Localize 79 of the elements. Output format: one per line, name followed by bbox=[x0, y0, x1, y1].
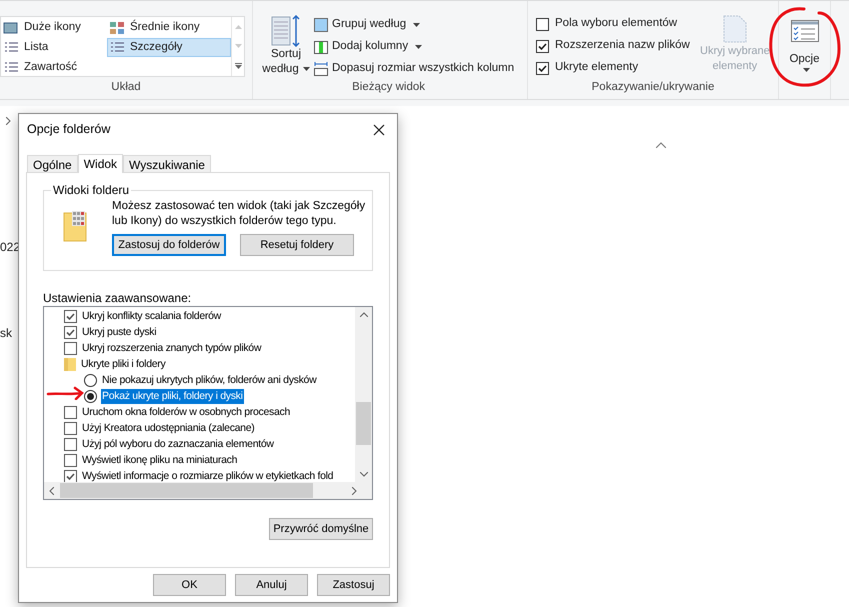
horizontal-scrollbar[interactable] bbox=[44, 482, 372, 499]
tab[interactable]: Wyszukiwanie bbox=[123, 155, 211, 172]
options-icon bbox=[790, 19, 820, 43]
window-title: Opcje folderów bbox=[27, 121, 110, 138]
setting-label[interactable]: Ukryj konflikty scalania folderów bbox=[81, 308, 222, 324]
options-button[interactable]: Opcje bbox=[779, 19, 830, 72]
dialog-button[interactable]: Zastosuj bbox=[317, 574, 390, 596]
checkbox[interactable] bbox=[64, 470, 77, 482]
sort-button[interactable]: Sortuj według bbox=[263, 15, 309, 78]
vertical-scrollbar[interactable] bbox=[355, 307, 372, 482]
scrollbar-thumb[interactable] bbox=[356, 402, 371, 445]
dropdown-caret-icon bbox=[803, 68, 810, 72]
dialog-button[interactable]: Anuluj bbox=[235, 574, 308, 596]
checkbox[interactable] bbox=[536, 18, 549, 30]
view-command[interactable]: Dodaj kolumny bbox=[313, 37, 514, 56]
section-label: Ustawienia zaawansowane: bbox=[43, 291, 192, 305]
tab[interactable]: Widok bbox=[78, 154, 124, 173]
checkbox[interactable] bbox=[64, 326, 77, 338]
group-label: Układ bbox=[111, 80, 141, 95]
view-icon bbox=[3, 20, 19, 34]
view-icon bbox=[109, 40, 125, 54]
setting-label[interactable]: Ukryte pliki i foldery bbox=[80, 356, 166, 372]
tab[interactable]: Ogólne bbox=[27, 155, 78, 172]
setting-label[interactable]: Uruchom okna folderów w osobnych procesach bbox=[81, 404, 292, 420]
checkbox-label: Rozszerzenia nazw plików bbox=[555, 38, 690, 54]
scroll-down-icon bbox=[360, 472, 368, 477]
gallery-scrollbar[interactable] bbox=[231, 17, 244, 76]
checkbox[interactable] bbox=[64, 438, 77, 450]
checkbox-label: Pola wyboru elementów bbox=[555, 16, 678, 32]
checkbox[interactable] bbox=[64, 310, 77, 322]
sort-icon bbox=[271, 15, 301, 47]
scrollbar-thumb[interactable] bbox=[60, 483, 313, 498]
apply-button[interactable]: Zastosuj do folderów bbox=[112, 234, 226, 256]
layout-option[interactable]: Zawartość bbox=[1, 58, 105, 77]
layout-option[interactable]: Lista bbox=[1, 38, 105, 57]
scroll-right-icon bbox=[352, 486, 357, 494]
restore-defaults-button[interactable]: Przywróć domyślne bbox=[269, 518, 373, 540]
scroll-up-icon bbox=[234, 24, 242, 28]
apply-button[interactable]: Resetuj foldery bbox=[240, 234, 354, 256]
radio-button[interactable] bbox=[84, 374, 97, 386]
view-icon bbox=[109, 20, 125, 34]
radio-button[interactable] bbox=[84, 390, 97, 402]
setting-label[interactable]: Użyj Kreatora udostępniania (zalecane) bbox=[81, 420, 256, 436]
setting-label[interactable]: Ukryj rozszerzenia znanych typów plików bbox=[81, 340, 262, 356]
view-command[interactable]: Grupuj według bbox=[313, 15, 514, 34]
view-icon bbox=[3, 60, 19, 74]
group-label: Bieżący widok bbox=[352, 80, 425, 95]
document-icon bbox=[722, 15, 747, 43]
dropdown-caret-icon bbox=[302, 66, 310, 71]
arrow-annotation bbox=[46, 386, 86, 400]
setting-label[interactable]: Użyj pól wyboru do zaznaczania elementów bbox=[81, 436, 275, 452]
dialog-button[interactable]: OK bbox=[153, 574, 226, 596]
view-icon bbox=[3, 40, 19, 54]
expand-icon bbox=[234, 62, 242, 68]
checkbox[interactable] bbox=[536, 40, 549, 52]
chevron-icon bbox=[6, 117, 11, 125]
checkbox-label: Ukryte elementy bbox=[555, 60, 638, 76]
layout-option[interactable]: Duże ikony bbox=[1, 18, 105, 37]
checkbox[interactable] bbox=[64, 342, 77, 354]
setting-label[interactable]: Nie pokazuj ukrytych plików, folderów ani dysków bbox=[101, 372, 318, 388]
close-icon bbox=[373, 124, 385, 136]
setting-label[interactable]: Wyświetl ikonę pliku na miniaturach bbox=[81, 452, 238, 468]
setting-label[interactable]: Ukryj puste dyski bbox=[81, 324, 158, 340]
scroll-left-icon bbox=[49, 486, 54, 494]
checkbox[interactable] bbox=[64, 406, 77, 418]
checkbox[interactable] bbox=[536, 62, 549, 74]
checkbox[interactable] bbox=[64, 422, 77, 434]
scroll-up-icon bbox=[360, 312, 368, 317]
file-name-text: sk bbox=[0, 325, 12, 342]
view-command[interactable]: Dopasuj rozmiar wszystkich kolumn bbox=[313, 59, 514, 78]
setting-label[interactable]: Pokaż ukryte pliki, foldery i dyski bbox=[101, 388, 244, 404]
layout-option[interactable]: Średnie ikony bbox=[107, 18, 231, 37]
layout-option[interactable]: Szczegóły bbox=[107, 38, 231, 57]
checkbox[interactable] bbox=[64, 454, 77, 466]
folder-icon bbox=[64, 358, 76, 370]
description-text: Możesz zastosować ten widok (taki jak Szczegóły lub Ikony) do wszystkich folderów tego typu. bbox=[112, 199, 366, 229]
group-label: Pokazywanie/ukrywanie bbox=[592, 80, 714, 95]
setting-label[interactable]: Wyświetl informacje o rozmiarze plików w etykietkach fold bbox=[81, 468, 334, 482]
scroll-down-icon bbox=[234, 44, 242, 48]
